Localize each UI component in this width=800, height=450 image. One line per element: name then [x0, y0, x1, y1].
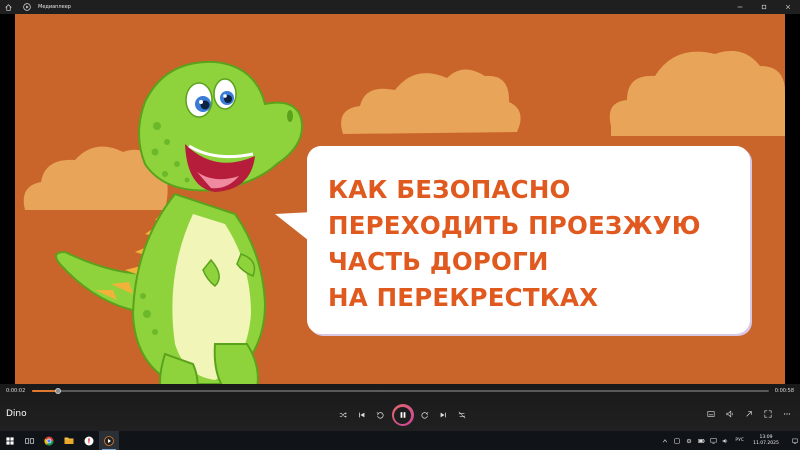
- player-controls: 0:00:02 0:00:58 Dino: [0, 384, 800, 431]
- fullscreen-icon: [763, 410, 772, 418]
- media-player-app-icon: [20, 0, 34, 14]
- task-view-button[interactable]: [19, 431, 39, 450]
- previous-button[interactable]: [353, 406, 372, 424]
- forward-button[interactable]: [416, 406, 435, 424]
- rewind-button[interactable]: [371, 406, 390, 424]
- tray-app-button[interactable]: [671, 431, 683, 450]
- chrome-icon: [44, 436, 54, 446]
- shuffle-icon: [340, 412, 347, 418]
- windows-icon: [5, 436, 14, 445]
- seek-bar-fill: [32, 390, 58, 392]
- chevron-up-icon: [663, 438, 668, 442]
- volume-tray-button[interactable]: [719, 431, 731, 450]
- subtitles-icon: [706, 411, 715, 417]
- subtitles-button[interactable]: [701, 406, 720, 422]
- shuffle-button[interactable]: [334, 406, 353, 424]
- mini-player-icon: [745, 411, 752, 417]
- next-icon: [440, 412, 447, 418]
- window-title: Медиаплеер: [38, 4, 71, 10]
- fullscreen-button[interactable]: [758, 406, 777, 422]
- yandex-browser-icon: [84, 436, 94, 445]
- battery-icon: [698, 438, 705, 443]
- close-button[interactable]: [776, 0, 800, 14]
- notifications-button[interactable]: [790, 431, 800, 450]
- volume-icon: [725, 410, 733, 418]
- forward-30-icon: [421, 412, 429, 419]
- headline-line: КАК БЕЗОПАСНО: [328, 175, 571, 204]
- tray-app-icon: [674, 437, 681, 444]
- mini-player-button[interactable]: [739, 406, 758, 422]
- seek-bar-thumb[interactable]: [54, 388, 61, 394]
- title-bar: Медиаплеер: [0, 0, 800, 14]
- headline-line: ЧАСТЬ ДОРОГИ: [328, 247, 549, 276]
- system-tray: РУС 13:09 11.07.2025: [659, 431, 800, 450]
- network-button[interactable]: [707, 431, 719, 450]
- tray-settings-button[interactable]: [683, 431, 695, 450]
- clock[interactable]: 13:09 11.07.2025: [748, 435, 784, 447]
- repeat-off-icon: [458, 411, 466, 419]
- dinosaur-illustration: [55, 60, 303, 401]
- more-icon: [783, 413, 790, 415]
- headline-line: ПЕРЕХОДИТЬ ПРОЕЗЖУЮ: [328, 211, 701, 240]
- taskbar: РУС 13:09 11.07.2025: [0, 431, 800, 450]
- taskbar-app-media-player[interactable]: [99, 431, 119, 450]
- previous-icon: [358, 412, 365, 418]
- speaker-icon: [722, 438, 728, 443]
- home-icon[interactable]: [0, 0, 16, 14]
- headline-line: НА ПЕРЕКРЕСТКАХ: [328, 283, 599, 312]
- media-player-icon: [104, 435, 114, 446]
- minimize-button[interactable]: [728, 0, 752, 14]
- repeat-button[interactable]: [453, 406, 472, 424]
- next-button[interactable]: [434, 406, 453, 424]
- notifications-icon: [792, 438, 798, 444]
- video-frame[interactable]: КАК БЕЗОПАСНО ПЕРЕХОДИТЬ ПРОЕЗЖУЮ ЧАСТЬ …: [15, 14, 785, 406]
- clock-date: 11.07.2025: [753, 440, 779, 446]
- volume-button[interactable]: [720, 406, 739, 422]
- file-explorer-icon: [64, 437, 74, 444]
- gear-icon: [687, 438, 692, 443]
- taskbar-app-yandex[interactable]: [79, 431, 99, 450]
- pause-icon: [400, 412, 405, 418]
- taskbar-app-explorer[interactable]: [59, 431, 79, 450]
- tray-chevron-button[interactable]: [659, 431, 671, 450]
- start-button[interactable]: [0, 431, 19, 450]
- rewind-10-icon: [376, 412, 384, 419]
- seek-bar[interactable]: [32, 388, 769, 394]
- total-time: 0:00:58: [774, 388, 794, 394]
- language-indicator[interactable]: РУС: [735, 438, 744, 443]
- video-headline: КАК БЕЗОПАСНО ПЕРЕХОДИТЬ ПРОЕЗЖУЮ ЧАСТЬ …: [328, 172, 701, 316]
- battery-button[interactable]: [695, 431, 707, 450]
- maximize-button[interactable]: [752, 0, 776, 14]
- task-view-icon: [24, 437, 34, 444]
- taskbar-app-chrome[interactable]: [39, 431, 59, 450]
- current-time: 0:00:02: [6, 388, 26, 394]
- play-pause-button[interactable]: [391, 404, 414, 426]
- media-title: Dino: [6, 409, 27, 419]
- network-icon: [710, 437, 717, 444]
- more-options-button[interactable]: [777, 406, 796, 422]
